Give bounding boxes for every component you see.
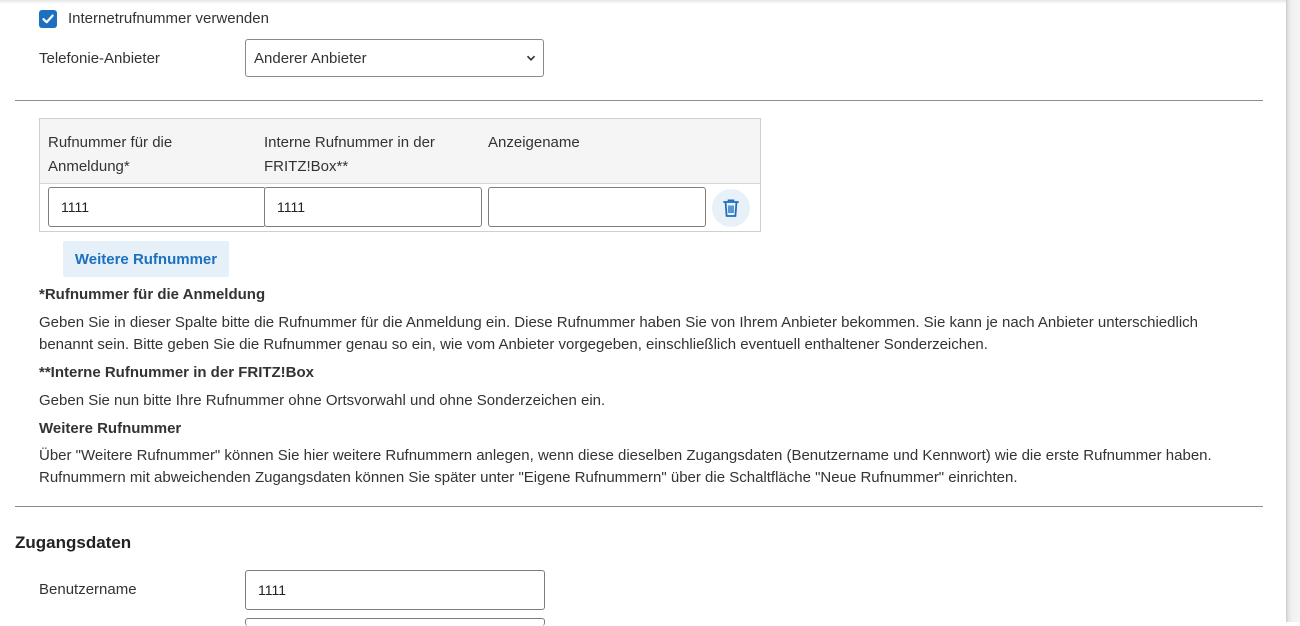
password-input[interactable]	[245, 618, 545, 626]
help-text-internal-number: Geben Sie nun bitte Ihre Rufnummer ohne …	[39, 392, 606, 409]
help-heading-more-numbers: Weitere Rufnummer	[39, 420, 182, 437]
help-text-line: Rufnummern mit abweichenden Zugangsdaten…	[39, 469, 1018, 486]
divider	[15, 100, 1263, 101]
access-data-title: Zugangsdaten	[15, 533, 132, 552]
help-text-line: Geben Sie in dieser Spalte bitte die Ruf…	[39, 314, 1198, 331]
column-header-line: FRITZ!Box**	[264, 158, 349, 175]
column-header-internal-number: Interne Rufnummer in der FRITZ!Box**	[264, 131, 435, 179]
column-header-line: Rufnummer für die	[48, 134, 173, 151]
provider-label: Telefonie-Anbieter	[39, 50, 160, 67]
provider-select[interactable]: Anderer Anbieter	[245, 39, 544, 77]
column-header-display-name: Anzeigename	[488, 131, 580, 155]
add-number-button[interactable]: Weitere Rufnummer	[63, 241, 229, 277]
column-header-login-number: Rufnummer für die Anmeldung*	[48, 131, 172, 179]
help-heading-internal-number: **Interne Rufnummer in der FRITZ!Box	[39, 364, 315, 381]
help-text-line: benannt sein. Bitte geben Sie die Rufnum…	[39, 336, 988, 353]
column-header-line: Anzeigename	[488, 134, 580, 151]
column-header-line: Interne Rufnummer in der	[264, 134, 435, 151]
help-text-line: Über "Weitere Rufnummer" können Sie hier…	[39, 447, 1212, 464]
provider-select-value: Anderer Anbieter	[254, 49, 367, 67]
column-header-line: Anmeldung*	[48, 158, 130, 175]
check-icon	[42, 14, 54, 24]
help-heading-login-number: *Rufnummer für die Anmeldung	[39, 286, 266, 303]
top-shadow	[0, 0, 1288, 4]
internet-number-checkbox-label[interactable]: Internetrufnummer verwenden	[68, 10, 269, 27]
help-text-login-number: Geben Sie in dieser Spalte bitte die Ruf…	[39, 312, 1269, 356]
page-scroll-edge	[1286, 0, 1300, 622]
trash-icon	[723, 199, 739, 217]
internal-number-input[interactable]: 1111	[264, 187, 482, 227]
display-name-input[interactable]	[488, 187, 706, 227]
chevron-down-icon	[526, 55, 536, 61]
username-label: Benutzername	[39, 581, 137, 598]
delete-row-button[interactable]	[712, 189, 750, 227]
internet-number-checkbox[interactable]	[39, 10, 57, 28]
divider	[15, 506, 1263, 507]
table-header: Rufnummer für die Anmeldung* Interne Ruf…	[40, 119, 760, 184]
login-number-input[interactable]: 1111	[48, 187, 266, 227]
numbers-table: Rufnummer für die Anmeldung* Interne Ruf…	[39, 118, 761, 232]
help-text-more-numbers: Über "Weitere Rufnummer" können Sie hier…	[39, 445, 1279, 489]
username-input[interactable]: 1111	[245, 570, 545, 610]
